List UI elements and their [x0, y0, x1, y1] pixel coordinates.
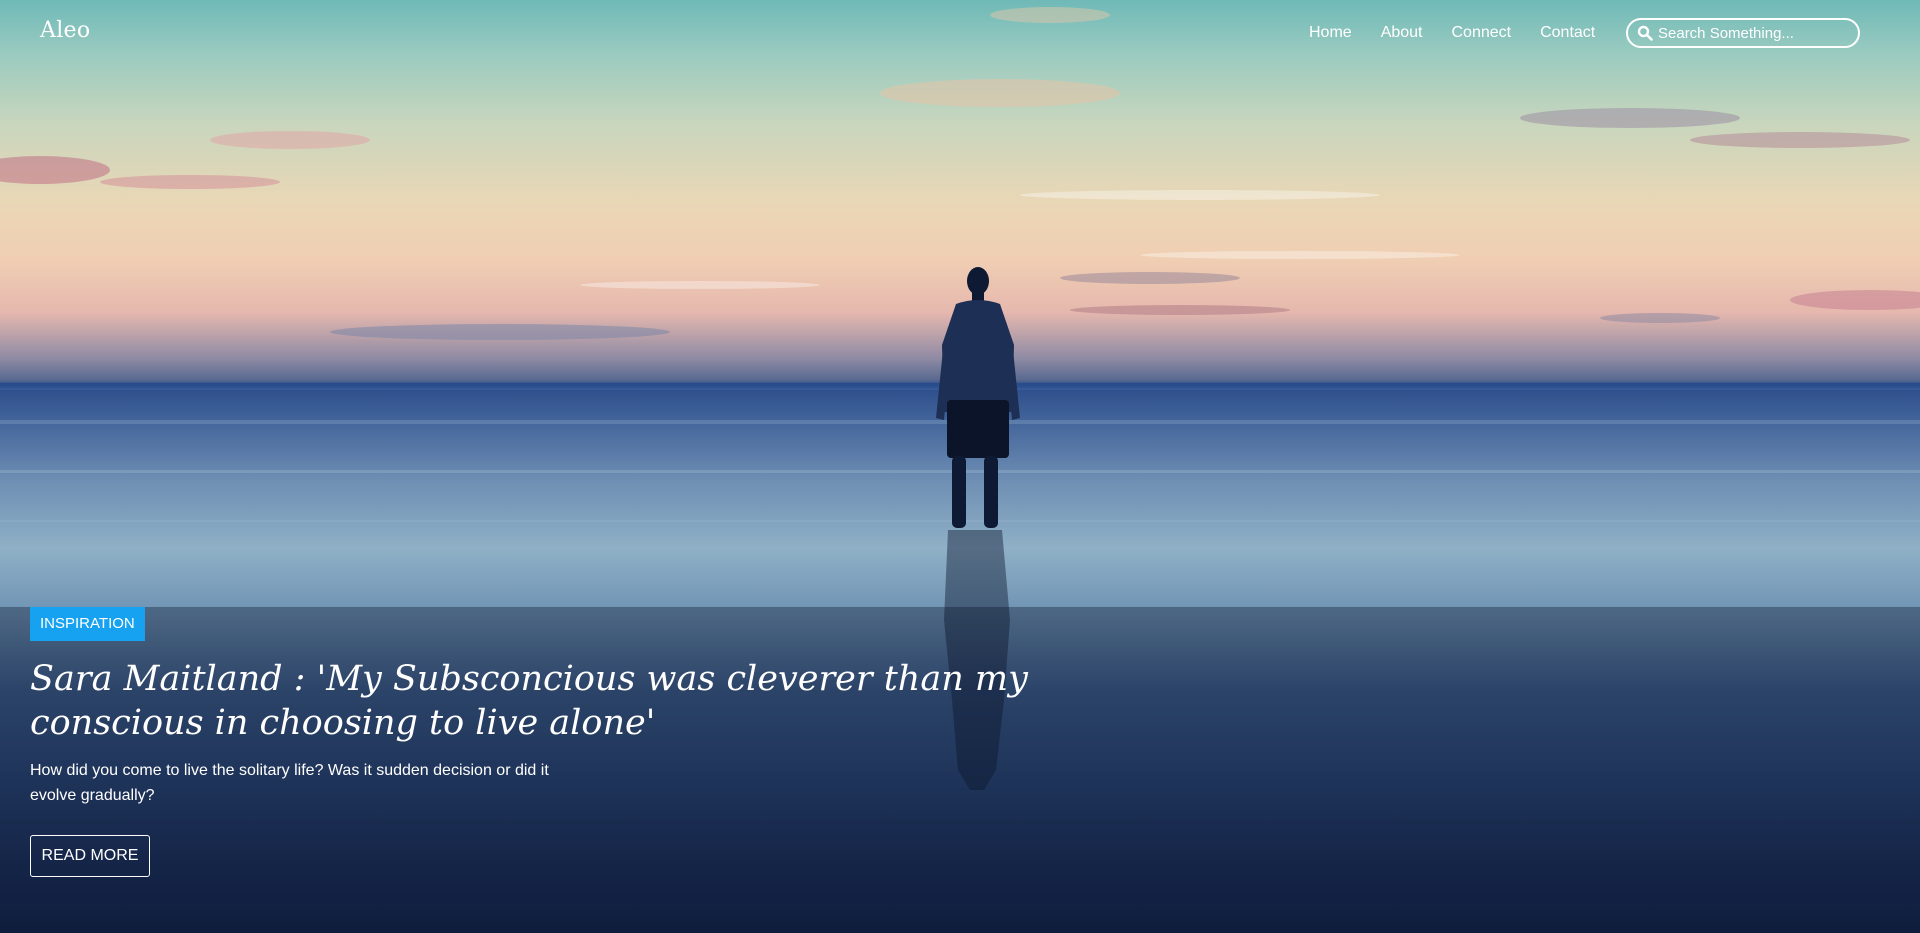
person-figure	[936, 267, 1020, 528]
main-nav: Home About Connect Contact	[1309, 24, 1624, 42]
nav-contact[interactable]: Contact	[1540, 24, 1595, 42]
search-box[interactable]	[1626, 18, 1860, 48]
site-logo[interactable]: Aleo	[40, 18, 90, 43]
read-more-button[interactable]: READ MORE	[30, 835, 150, 877]
hero-section: Aleo Home About Connect Contact INSPIRAT…	[0, 0, 1920, 933]
nav-connect[interactable]: Connect	[1452, 24, 1512, 42]
nav-home[interactable]: Home	[1309, 24, 1352, 42]
article-excerpt: How did you come to live the solitary li…	[30, 762, 549, 804]
article-title[interactable]: Sara Maitland : 'My Subsconcious was cle…	[30, 657, 1210, 745]
nav-about[interactable]: About	[1381, 24, 1423, 42]
search-icon[interactable]	[1636, 24, 1654, 42]
search-input[interactable]	[1658, 24, 1848, 42]
category-badge[interactable]: INSPIRATION	[30, 607, 145, 641]
